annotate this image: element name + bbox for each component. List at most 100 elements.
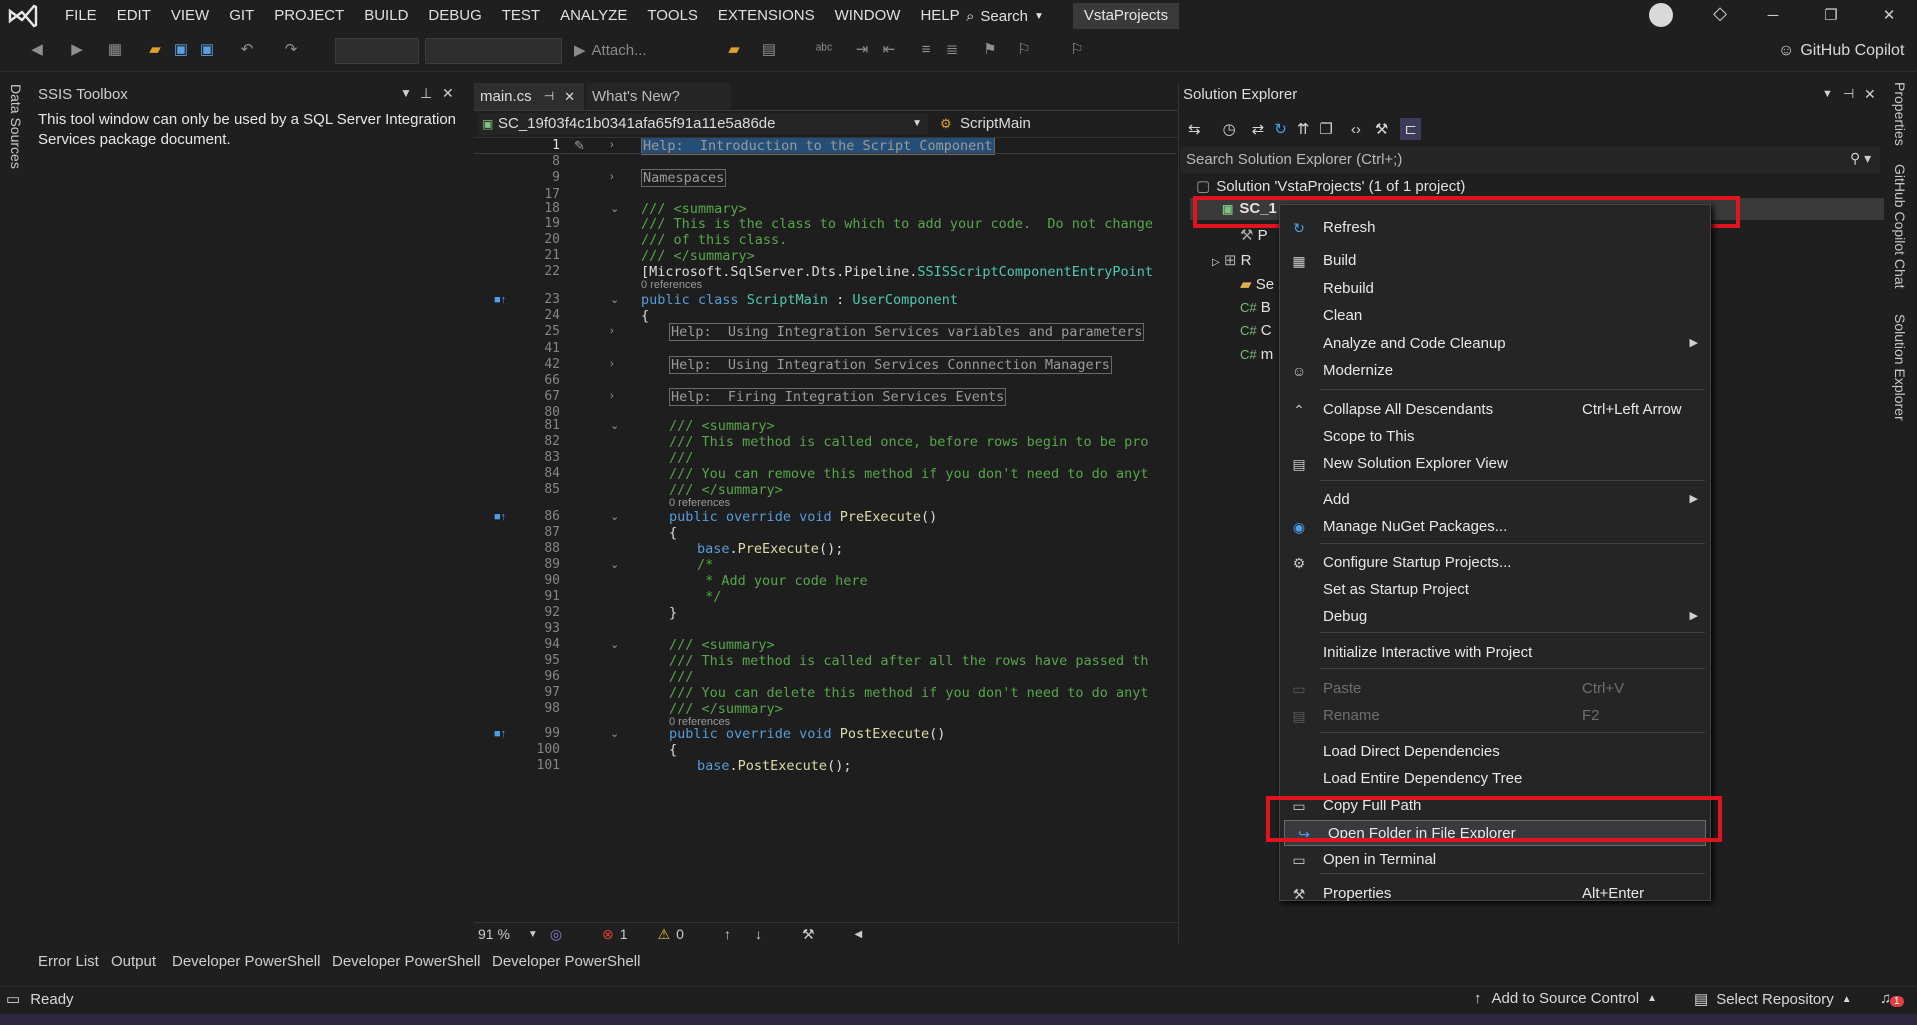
menu-tools[interactable]: TOOLS	[637, 0, 708, 31]
override-marker-icon[interactable]: ■↑	[494, 728, 506, 740]
code-line[interactable]: /// You can delete this method if you do…	[669, 685, 1149, 701]
menu-item-initialize-interactive-with-project[interactable]: Initialize Interactive with Project	[1280, 640, 1710, 666]
tab-main-cs[interactable]: main.cs ⊣ ✕	[474, 83, 584, 110]
restore-button[interactable]: ❐	[1803, 0, 1859, 31]
warning-icon[interactable]: ⚠	[658, 926, 671, 943]
close-icon[interactable]: ✕	[564, 83, 575, 110]
tab-developer-powershell[interactable]: Developer PowerShell	[332, 953, 480, 970]
code-line[interactable]: /// </summary>	[669, 482, 783, 498]
menu-item-set-as-startup-project[interactable]: Set as Startup Project	[1280, 577, 1710, 603]
show-all-files-icon[interactable]: ❐	[1319, 120, 1332, 138]
override-marker-icon[interactable]: ■↑	[494, 294, 506, 306]
history-icon[interactable]: ◷	[1223, 120, 1236, 138]
menu-item-scope-to-this[interactable]: Scope to This	[1280, 424, 1710, 450]
redo-icon[interactable]: ↷	[282, 41, 300, 59]
platform-dropdown[interactable]	[425, 38, 562, 64]
code-line[interactable]: /// </summary>	[641, 248, 755, 264]
menu-debug[interactable]: DEBUG	[418, 0, 491, 31]
code-line[interactable]: /// <summary>	[669, 637, 775, 653]
project-dropdown[interactable]: ▣ SC_19f03f4c1b0341afa65f91a11e5a86de ▼	[478, 113, 928, 135]
tree-item-properties[interactable]: ⚒ P	[1240, 226, 1268, 244]
tab-output[interactable]: Output	[111, 953, 156, 970]
expand-arrow-icon[interactable]: ▷	[1212, 257, 1220, 268]
code-line[interactable]: /// </summary>	[669, 701, 783, 717]
code-line[interactable]: Help: Firing Integration Services Events	[669, 388, 1007, 406]
code-lens-references[interactable]: 0 references	[641, 279, 702, 291]
bookmark-clear-icon[interactable]: ⚐	[1068, 41, 1086, 59]
error-count[interactable]: 1	[620, 926, 628, 942]
menu-item-rebuild[interactable]: Rebuild	[1280, 276, 1710, 302]
refresh-icon[interactable]: ↻	[1274, 120, 1287, 138]
expand-icon[interactable]: ›	[610, 171, 622, 183]
notifications-button[interactable]: ♫ 1	[1880, 990, 1904, 1007]
switch-views-icon[interactable]: ⇄	[1252, 120, 1265, 138]
panel-options-icon[interactable]: ▼	[400, 86, 412, 100]
data-sources-tab[interactable]: Data Sources	[8, 84, 24, 169]
menu-item-load-direct-dependencies[interactable]: Load Direct Dependencies	[1280, 739, 1710, 765]
folder-view-icon[interactable]: ▰	[725, 41, 743, 59]
menu-view[interactable]: VIEW	[161, 0, 219, 31]
comment-icon[interactable]: ≡	[917, 41, 935, 59]
chevron-down-icon[interactable]: ▼	[528, 929, 538, 940]
menu-help[interactable]: HELP	[910, 0, 969, 31]
menu-item-analyze-and-code-cleanup[interactable]: Analyze and Code Cleanup ▶	[1280, 331, 1710, 357]
error-icon[interactable]: ⊗	[602, 926, 614, 943]
save-icon[interactable]: ▣	[172, 41, 190, 59]
code-line[interactable]: /// This method is called once, before r…	[669, 434, 1149, 450]
configuration-dropdown[interactable]	[335, 38, 419, 64]
menu-analyze[interactable]: ANALYZE	[550, 0, 637, 31]
select-repository-button[interactable]: ▤ Select Repository ▲	[1694, 990, 1852, 1009]
code-line[interactable]: }	[669, 605, 677, 621]
avatar[interactable]	[1649, 3, 1673, 27]
uncomment-icon[interactable]: ≣	[943, 41, 961, 59]
tab-developer-powershell[interactable]: Developer PowerShell	[492, 953, 640, 970]
collapse-icon[interactable]: ⌄	[610, 727, 622, 740]
collapse-icon[interactable]: ⌄	[610, 293, 622, 306]
tree-item-references[interactable]: ▷ ⊞ R	[1212, 251, 1251, 269]
collapse-icon[interactable]: ⌄	[610, 510, 622, 523]
code-line[interactable]: /// This is the class to which to add yo…	[641, 216, 1153, 232]
health-icon[interactable]: ◎	[550, 926, 562, 943]
zoom-level[interactable]: 91 %	[478, 926, 510, 942]
code-line[interactable]: {	[641, 308, 649, 324]
diamond-icon[interactable]: ◇	[1708, 3, 1732, 27]
preview-icon[interactable]: ⊏	[1400, 118, 1421, 140]
menu-item-refresh[interactable]: ↻ Refresh	[1280, 215, 1710, 241]
menu-item-load-entire-dependency-tree[interactable]: Load Entire Dependency Tree	[1280, 766, 1710, 792]
menu-extensions[interactable]: EXTENSIONS	[708, 0, 825, 31]
tab-whats-new[interactable]: What's New?	[586, 83, 731, 110]
back-icon[interactable]: ◀	[28, 41, 46, 59]
code-icon[interactable]: ‹›	[1351, 121, 1361, 138]
code-line[interactable]: base.PreExecute();	[697, 541, 843, 557]
menu-item-modernize[interactable]: ☺ Modernize	[1280, 358, 1710, 384]
code-line[interactable]: public class ScriptMain : UserComponent	[641, 292, 958, 308]
code-line[interactable]: /// <summary>	[669, 418, 775, 434]
code-line[interactable]: public override void PreExecute()	[669, 509, 937, 525]
undo-icon[interactable]: ↶	[238, 41, 256, 59]
menu-file[interactable]: FILE	[55, 0, 107, 31]
tree-item-folder[interactable]: ▰ Se	[1240, 275, 1274, 293]
code-line[interactable]: Namespaces	[641, 169, 727, 187]
menu-item-new-solution-explorer-view[interactable]: ▤ New Solution Explorer View	[1280, 451, 1710, 477]
solution-search-input[interactable]: Search Solution Explorer (Ctrl+;)	[1180, 147, 1880, 173]
solution-explorer-tab[interactable]: Solution Explorer	[1892, 314, 1908, 421]
tab-error-list[interactable]: Error List	[38, 953, 99, 970]
menu-git[interactable]: GIT	[219, 0, 264, 31]
tree-item-file[interactable]: C# B	[1240, 299, 1271, 316]
close-icon[interactable]: ✕	[442, 85, 454, 102]
sync-view-icon[interactable]: ⇆	[1188, 120, 1201, 138]
menu-item-paste[interactable]: ▭ Paste Ctrl+V	[1280, 676, 1710, 702]
code-line[interactable]: /// You can remove this method if you do…	[669, 466, 1149, 482]
spell-check-icon[interactable]: ᵃᵇᶜ	[815, 41, 833, 59]
github-copilot-chat-tab[interactable]: GitHub Copilot Chat	[1892, 164, 1908, 289]
expand-icon[interactable]: ›	[610, 325, 622, 337]
menu-item-add[interactable]: Add ▶	[1280, 487, 1710, 513]
tree-item-file[interactable]: C# m	[1240, 346, 1273, 363]
attach-button[interactable]: ▶ Attach...	[574, 41, 647, 60]
menu-test[interactable]: TEST	[492, 0, 550, 31]
code-line[interactable]: ///	[669, 669, 693, 685]
type-dropdown[interactable]: ⚙ ScriptMain	[936, 113, 1176, 135]
code-line[interactable]: /*	[697, 557, 713, 573]
code-line[interactable]: {	[669, 525, 677, 541]
code-line[interactable]: * Add your code here	[697, 573, 868, 589]
